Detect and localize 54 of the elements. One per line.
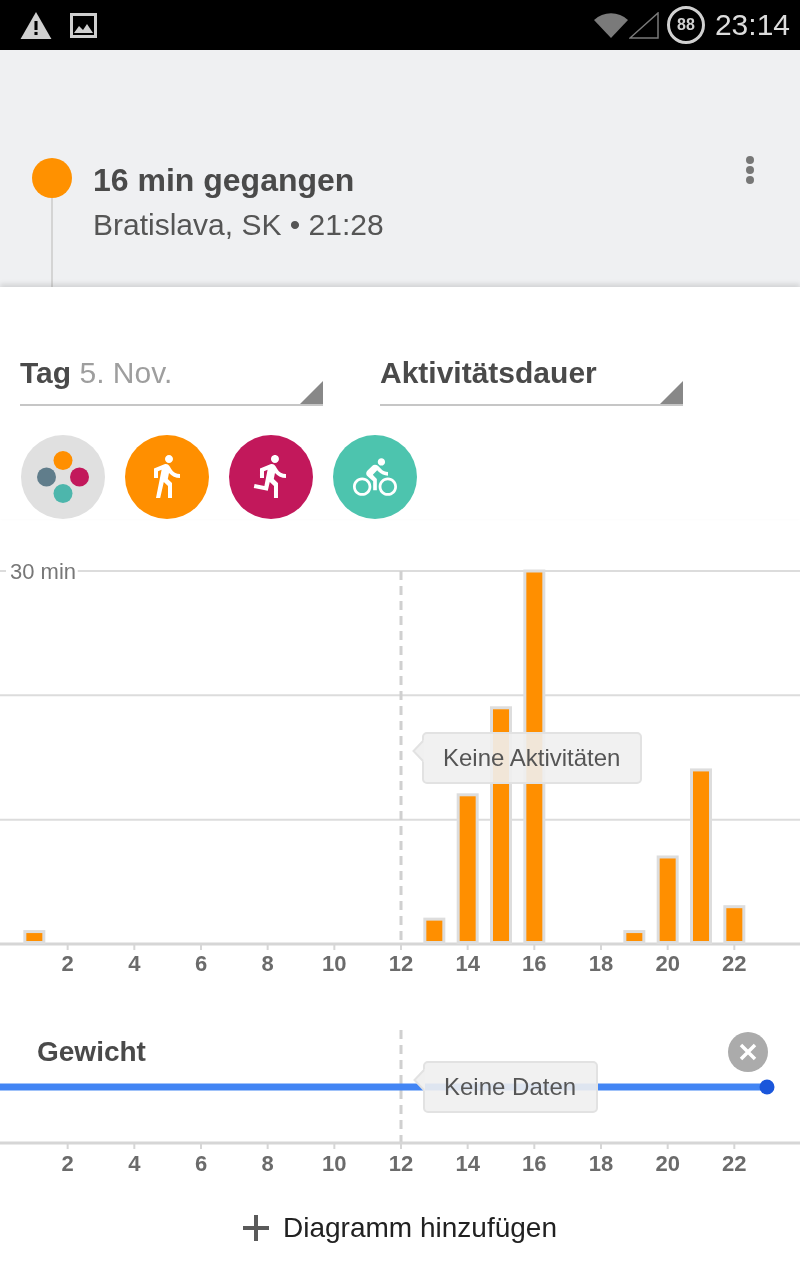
tooltip-pointer [413, 1069, 425, 1091]
axis-label: 18 [588, 951, 614, 976]
axis-label: 20 [655, 1151, 680, 1176]
entry-subtitle: Bratislava, SK • 21:28 [93, 207, 384, 243]
tooltip: Keine Aktivitäten [422, 732, 643, 784]
more-options-icon[interactable] [745, 156, 755, 184]
close-icon [739, 1043, 757, 1061]
chart-title: Gewicht [37, 1035, 146, 1069]
add-chart-button[interactable]: Diagramm hinzufügen [243, 1204, 557, 1252]
battery-indicator: 88 [666, 6, 705, 44]
axis-label: 30 min [10, 559, 77, 584]
warning-icon [20, 11, 52, 39]
axis-label: 10 [322, 1151, 347, 1176]
axis-label: 6 [194, 1151, 208, 1176]
walking-person-icon [153, 455, 181, 499]
wifi-icon [592, 11, 629, 39]
plus-icon [243, 1215, 270, 1241]
axis-label: 2 [61, 1151, 74, 1176]
entry-title: 16 min gegangen [93, 161, 355, 200]
axis-label: 12 [388, 951, 414, 976]
axis-label: 16 [522, 951, 547, 976]
axis-label: 14 [455, 1151, 480, 1176]
axis-label: 20 [655, 951, 680, 976]
axis-label: 22 [722, 1151, 747, 1176]
signal-icon [628, 11, 659, 39]
dropdown-corner-icon [660, 381, 683, 404]
bar [723, 905, 746, 944]
remove-chart-button[interactable] [728, 1032, 768, 1072]
running-person-icon [253, 455, 289, 499]
axis-label: 16 [522, 1151, 547, 1176]
cyclist-icon [353, 456, 397, 498]
axis-label: 2 [61, 951, 74, 976]
axis-label: 12 [388, 1151, 414, 1176]
dropdown[interactable]: Aktivitätsdauer [380, 342, 683, 406]
dropdown[interactable]: Tag 5. Nov. [20, 342, 323, 406]
bar [23, 930, 46, 944]
axis-label: 6 [194, 951, 208, 976]
colored-dots-icon [37, 451, 89, 503]
bar [423, 917, 446, 944]
axis-label: 4 [128, 951, 141, 976]
bar [623, 930, 646, 944]
axis-label: 8 [261, 1151, 274, 1176]
axis-label: 10 [322, 951, 347, 976]
tooltip-pointer [412, 740, 424, 762]
clock-time: 23:14 [714, 7, 790, 43]
data-point [759, 1079, 775, 1095]
axis-label: 18 [588, 1151, 614, 1176]
axis-label: 4 [128, 1151, 141, 1176]
dropdown-corner-icon [300, 381, 323, 404]
axis-label: 14 [455, 951, 480, 976]
tooltip: Keine Daten [423, 1061, 599, 1113]
image-icon [70, 12, 97, 38]
axis-label: 8 [261, 951, 274, 976]
axis-label: 22 [722, 951, 747, 976]
